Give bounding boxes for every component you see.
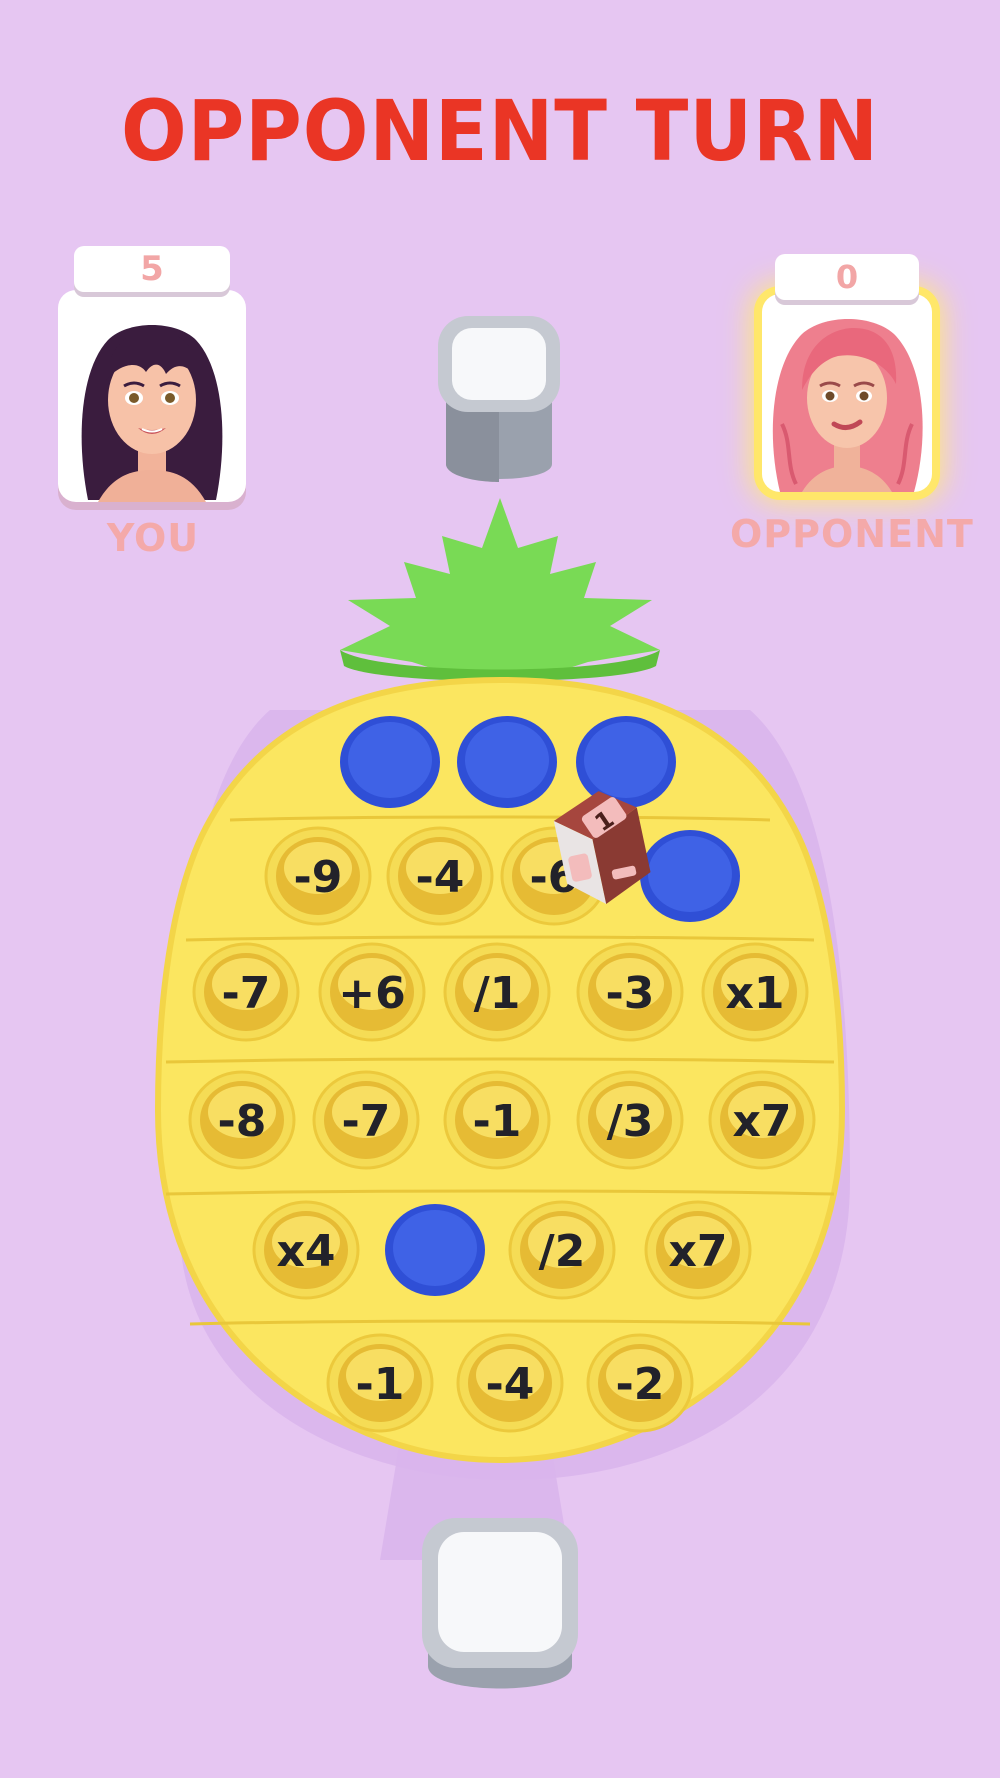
pineapple-leaves xyxy=(340,498,660,690)
cell-value: -3 xyxy=(606,968,655,1019)
bubble-cell[interactable]: +6 xyxy=(318,942,426,1042)
cell-value: x7 xyxy=(669,1226,728,1277)
bubble-cell[interactable]: x7 xyxy=(708,1070,816,1170)
cell-value: -4 xyxy=(486,1359,535,1410)
player-opponent-score: 0 xyxy=(775,254,919,300)
cell-value: -1 xyxy=(473,1096,522,1147)
cell-value: -7 xyxy=(222,968,271,1019)
bubble-cell[interactable]: -7 xyxy=(312,1070,420,1170)
player-you-score: 5 xyxy=(74,246,230,292)
cell-value: /1 xyxy=(474,968,521,1019)
bubble-cell[interactable]: x7 xyxy=(644,1200,752,1300)
bubble-cell[interactable]: -7 xyxy=(192,942,300,1042)
bubble-cell[interactable]: /2 xyxy=(508,1200,616,1300)
player-opponent-card xyxy=(762,294,932,492)
popped-cell xyxy=(340,716,440,808)
dice[interactable]: 1 xyxy=(540,776,660,916)
cell-value: -9 xyxy=(294,852,343,903)
bottom-cup xyxy=(420,1516,580,1700)
game-board: -9 -4 -6 -7 +6/1 -3 x1 -8 -7 -1/3 x7 x4/2 x7 -1 -4 -2 xyxy=(150,490,850,1480)
cell-value: +6 xyxy=(338,968,405,1019)
cell-value: -2 xyxy=(616,1359,665,1410)
cell-value: -4 xyxy=(416,852,465,903)
cell-value: -8 xyxy=(218,1096,267,1147)
player-you-card xyxy=(58,290,246,502)
bubble-cell[interactable]: x1 xyxy=(701,942,809,1042)
cell-value: x7 xyxy=(733,1096,792,1147)
bubble-cell[interactable]: -9 xyxy=(264,826,372,926)
bubble-cell[interactable]: -1 xyxy=(326,1333,434,1433)
cell-value: /2 xyxy=(539,1226,586,1277)
bubble-cell[interactable]: -4 xyxy=(456,1333,564,1433)
bubble-cell[interactable]: -8 xyxy=(188,1070,296,1170)
bubble-cell[interactable]: x4 xyxy=(252,1200,360,1300)
bubble-cell[interactable]: -2 xyxy=(586,1333,694,1433)
popped-cell xyxy=(385,1204,485,1296)
top-cup xyxy=(436,314,562,494)
avatar-you xyxy=(81,325,223,502)
avatar-opponent xyxy=(772,319,923,492)
cell-value: x1 xyxy=(726,968,785,1019)
cell-value: /3 xyxy=(607,1096,654,1147)
cell-value: x4 xyxy=(277,1226,336,1277)
turn-indicator: OPPONENT TURN xyxy=(120,82,880,180)
bubble-cell[interactable]: /3 xyxy=(576,1070,684,1170)
bubble-cell[interactable]: /1 xyxy=(443,942,551,1042)
bubble-cell[interactable]: -4 xyxy=(386,826,494,926)
bubble-cell[interactable]: -1 xyxy=(443,1070,551,1170)
bubble-cell[interactable]: -3 xyxy=(576,942,684,1042)
cell-value: -7 xyxy=(342,1096,391,1147)
cell-value: -1 xyxy=(356,1359,405,1410)
